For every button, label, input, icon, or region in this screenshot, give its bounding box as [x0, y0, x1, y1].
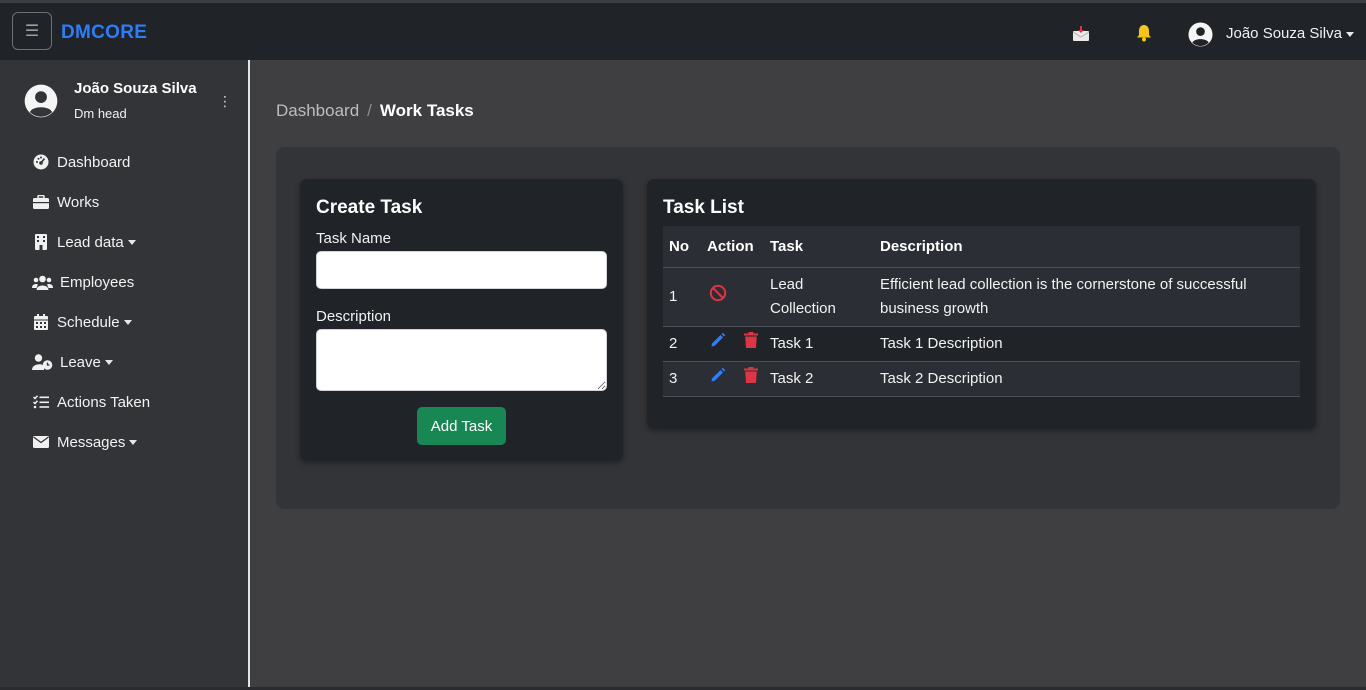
sidebar-item-actions-taken[interactable]: Actions Taken [0, 382, 248, 422]
sidebar-item-employees[interactable]: Employees [0, 262, 248, 302]
column-header-action: Action [701, 226, 764, 268]
sidebar-item-label: Actions Taken [57, 393, 151, 411]
task-table: No Action Task Description 1 Lead Collec… [663, 226, 1300, 397]
table-row: 3 Task 2 Task 2 Description [663, 361, 1300, 397]
sidebar-item-works[interactable]: Works [0, 182, 248, 222]
calendar-icon [32, 314, 50, 330]
sidebar-item-label: Leave [60, 353, 101, 371]
create-task-title: Create Task [316, 197, 423, 218]
profile-role: Dm head [74, 106, 127, 121]
row-task: Task 1 [764, 326, 874, 362]
row-task: Task 2 [764, 361, 874, 397]
sidebar: João Souza Silva Dm head ⋮ Dashboard Wor… [0, 60, 250, 690]
profile-name: João Souza Silva [74, 80, 197, 97]
row-number: 1 [663, 267, 701, 327]
ban-icon[interactable] [709, 284, 727, 310]
bell-icon[interactable] [1136, 24, 1152, 47]
task-name-input[interactable] [316, 251, 607, 289]
delete-icon[interactable] [744, 366, 758, 391]
table-row: 1 Lead Collection Efficient lead collect… [663, 267, 1300, 327]
table-header-row: No Action Task Description [663, 226, 1300, 268]
page-title: Work Tasks [379, 101, 474, 120]
sidebar-item-label: Messages [57, 433, 126, 451]
user-clock-icon [32, 354, 53, 370]
row-actions [701, 267, 764, 327]
task-name-label: Task Name [316, 230, 392, 247]
sidebar-item-label: Schedule [57, 313, 120, 331]
sidebar-nav: Dashboard Works Lead data Employees Sche… [0, 142, 248, 462]
briefcase-icon [32, 194, 50, 210]
user-menu-dropdown[interactable]: João Souza Silva [1226, 25, 1354, 42]
sidebar-item-dashboard[interactable]: Dashboard [0, 142, 248, 182]
row-actions [701, 326, 764, 362]
chevron-down-icon [127, 239, 136, 245]
sidebar-toggle-button[interactable]: ☰ [12, 12, 52, 50]
task-list-card: Task List No Action Task Description 1 L… [647, 179, 1316, 429]
column-header-description: Description [874, 226, 1300, 268]
row-description: Task 2 Description [874, 361, 1300, 397]
sidebar-item-label: Dashboard [57, 153, 131, 171]
task-list-title: Task List [663, 197, 744, 218]
description-label: Description [316, 308, 392, 325]
hamburger-icon: ☰ [24, 23, 40, 40]
column-header-task: Task [764, 226, 874, 268]
row-number: 2 [663, 326, 701, 362]
user-menu-name: João Souza Silva [1226, 25, 1342, 42]
chevron-down-icon [1345, 31, 1354, 37]
row-task: Lead Collection [764, 267, 874, 327]
profile-avatar-icon [24, 84, 58, 123]
sidebar-item-label: Employees [60, 273, 135, 291]
chevron-down-icon [104, 359, 113, 365]
row-description: Task 1 Description [874, 326, 1300, 362]
user-avatar-icon[interactable] [1188, 22, 1213, 52]
table-row: 2 Task 1 Task 1 Description [663, 326, 1300, 362]
brand-logo[interactable]: DMCORE [61, 22, 147, 44]
add-task-button[interactable]: Add Task [417, 407, 506, 445]
list-check-icon [32, 394, 50, 410]
edit-icon[interactable] [710, 367, 726, 391]
breadcrumb-dashboard-link[interactable]: Dashboard [276, 101, 359, 120]
sidebar-item-label: Works [57, 193, 100, 211]
envelope-icon [32, 434, 50, 450]
chevron-down-icon [129, 439, 138, 445]
row-description: Efficient lead collection is the corners… [874, 267, 1300, 327]
sidebar-item-lead-data[interactable]: Lead data [0, 222, 248, 262]
edit-icon[interactable] [710, 332, 726, 356]
sidebar-item-leave[interactable]: Leave [0, 342, 248, 382]
breadcrumb: Dashboard / Work Tasks [276, 101, 474, 121]
row-actions [701, 361, 764, 397]
description-input[interactable] [316, 329, 607, 391]
profile-menu-icon[interactable]: ⋮ [218, 94, 232, 108]
dashboard-icon [32, 154, 50, 170]
sidebar-item-label: Lead data [57, 233, 124, 251]
row-number: 3 [663, 361, 701, 397]
breadcrumb-separator: / [367, 101, 372, 120]
column-header-no: No [663, 226, 701, 268]
chevron-down-icon [123, 319, 132, 325]
create-task-card: Create Task Task Name Description Add Ta… [300, 179, 623, 461]
delete-icon[interactable] [744, 331, 758, 356]
users-icon [32, 274, 53, 290]
sidebar-item-schedule[interactable]: Schedule [0, 302, 248, 342]
top-navbar: ☰ DMCORE João Souza Silva [0, 0, 1366, 60]
sidebar-item-messages[interactable]: Messages [0, 422, 248, 462]
building-icon [32, 234, 50, 250]
mail-icon[interactable] [1072, 26, 1090, 47]
